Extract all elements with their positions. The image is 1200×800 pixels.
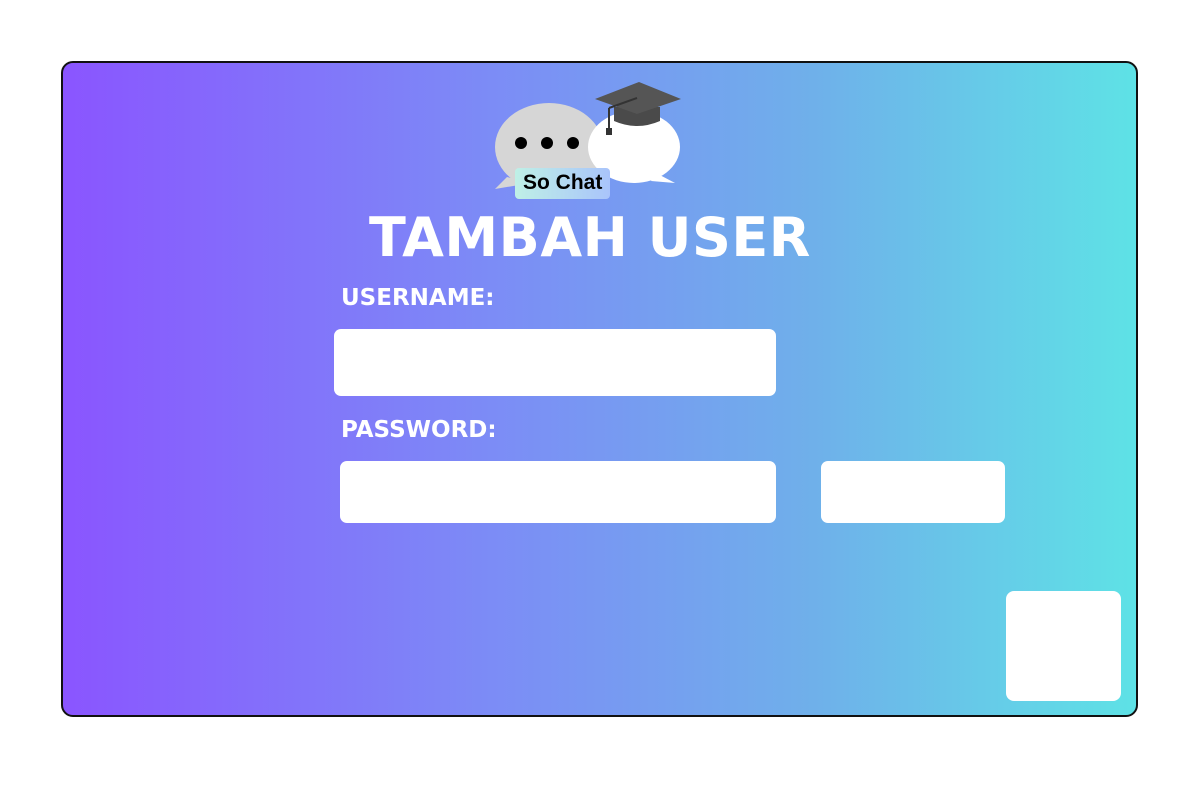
username-label: USERNAME:	[341, 285, 495, 311]
password-side-button[interactable]	[821, 461, 1005, 523]
password-label: PASSWORD:	[341, 417, 497, 443]
page-title: TAMBAH USER	[369, 206, 811, 269]
password-input[interactable]	[340, 461, 776, 523]
add-user-window: So Chat TAMBAH USER USERNAME: PASSWORD:	[61, 61, 1138, 717]
username-input[interactable]	[334, 329, 776, 396]
app-logo: So Chat	[491, 79, 691, 207]
submit-button[interactable]	[1006, 591, 1121, 701]
brand-name: So Chat	[515, 168, 611, 199]
